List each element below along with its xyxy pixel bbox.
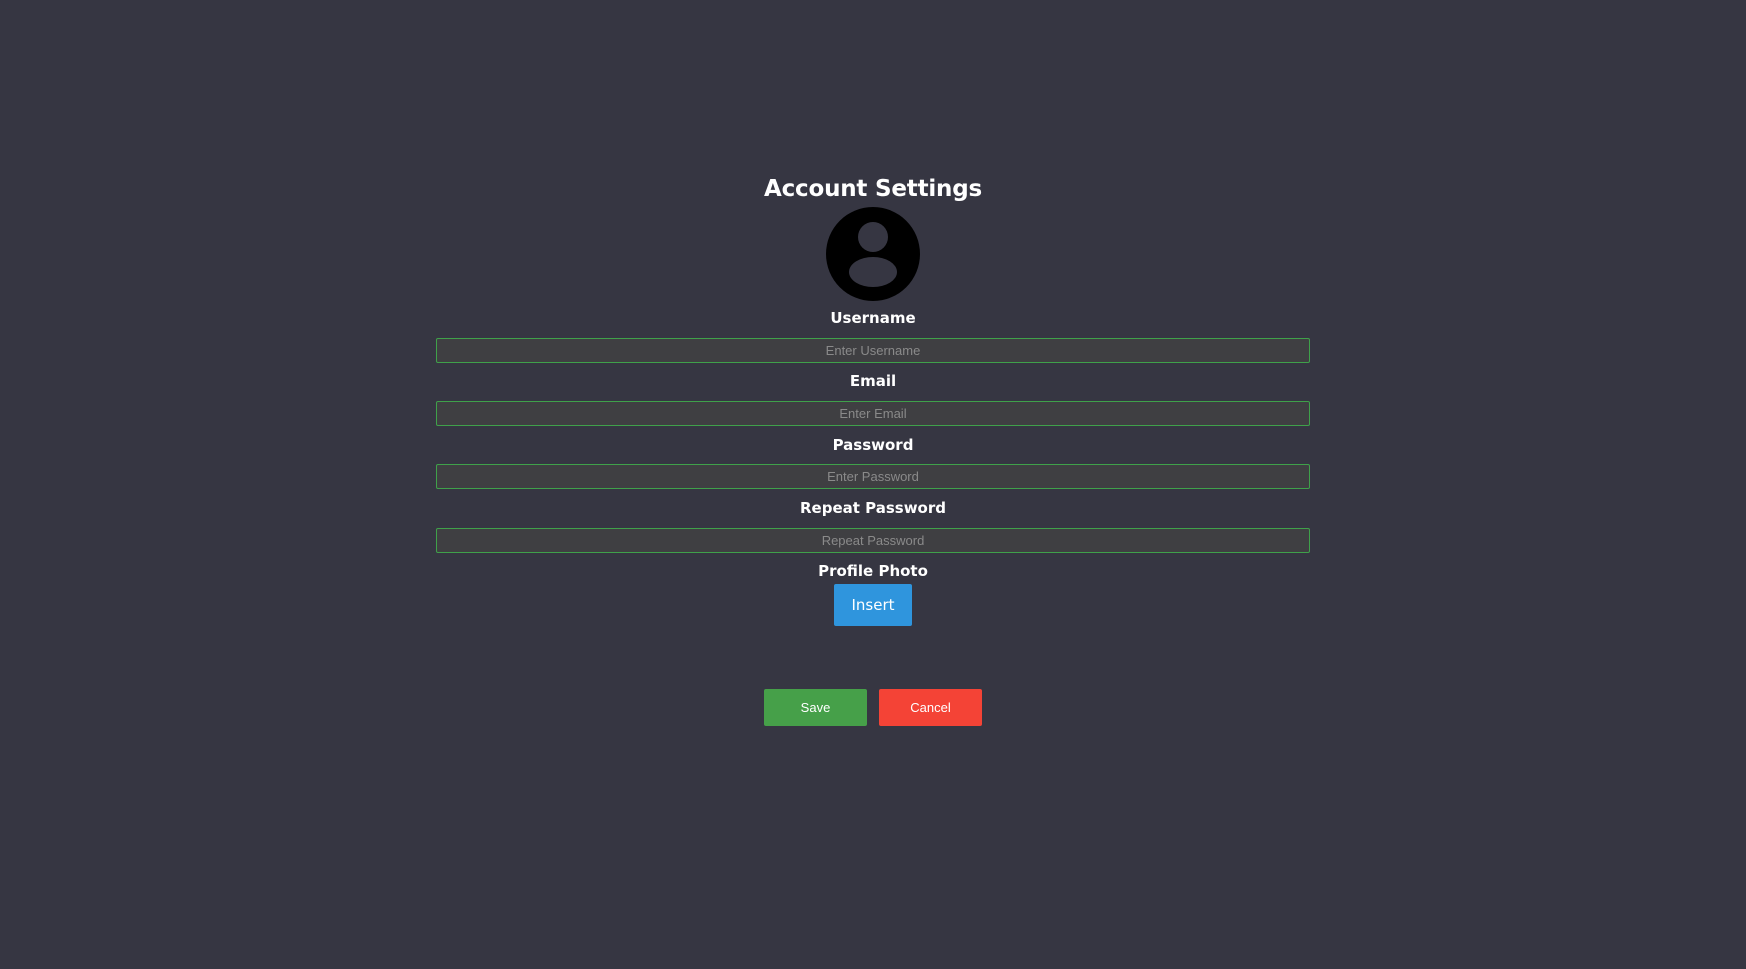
cancel-button[interactable]: Cancel xyxy=(879,689,982,726)
page-title: Account Settings xyxy=(764,176,982,202)
password-input[interactable] xyxy=(436,464,1310,489)
repeat-password-label: Repeat Password xyxy=(799,499,946,517)
insert-photo-button[interactable]: Insert xyxy=(834,584,912,626)
password-label: Password xyxy=(832,436,914,454)
email-input[interactable] xyxy=(436,401,1310,426)
username-input[interactable] xyxy=(436,338,1310,363)
profile-photo-label: Profile Photo xyxy=(818,562,928,580)
user-avatar-icon xyxy=(826,207,920,301)
email-label: Email xyxy=(849,372,897,390)
username-label: Username xyxy=(830,309,916,327)
repeat-password-input[interactable] xyxy=(436,528,1310,553)
account-settings-page: Account Settings Username Email Password… xyxy=(0,0,1746,969)
save-button[interactable]: Save xyxy=(764,689,867,726)
